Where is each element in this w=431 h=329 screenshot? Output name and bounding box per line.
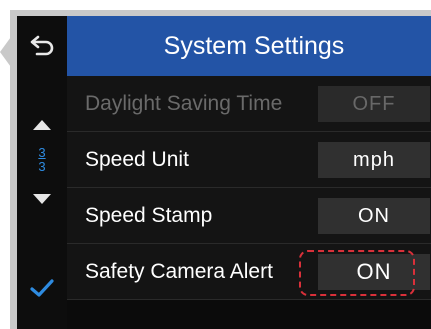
- setting-label: Speed Stamp: [85, 204, 213, 227]
- setting-row-safety-camera-alert[interactable]: Safety Camera Alert ON: [67, 244, 431, 300]
- back-button[interactable]: [17, 16, 67, 76]
- screen: 3 3 System Settings Daylight Saving Time…: [17, 16, 431, 329]
- setting-value-button[interactable]: mph: [318, 142, 430, 178]
- setting-row-speed-unit[interactable]: Speed Unit mph: [67, 132, 431, 188]
- header-bar: System Settings: [67, 16, 431, 76]
- setting-label: Speed Unit: [85, 148, 189, 171]
- page-title: System Settings: [163, 31, 345, 60]
- down-arrow-icon[interactable]: [33, 194, 51, 204]
- page-total: 3: [38, 159, 46, 174]
- frame-corner-notch: [0, 30, 16, 74]
- up-arrow-icon[interactable]: [33, 120, 51, 130]
- setting-row-daylight-saving-time: Daylight Saving Time OFF: [67, 76, 431, 132]
- setting-value-button: OFF: [318, 86, 430, 122]
- setting-value-button[interactable]: ON: [318, 254, 430, 290]
- setting-row-speed-stamp[interactable]: Speed Stamp ON: [67, 188, 431, 244]
- page-current: 3: [38, 145, 46, 160]
- setting-value-button[interactable]: ON: [318, 198, 430, 234]
- back-arrow-icon: [30, 35, 54, 56]
- checkmark-icon: [30, 279, 54, 297]
- setting-label: Safety Camera Alert: [85, 260, 273, 283]
- page-indicator: 3 3: [17, 146, 67, 174]
- setting-label: Daylight Saving Time: [85, 92, 283, 115]
- sidebar: 3 3: [17, 16, 67, 329]
